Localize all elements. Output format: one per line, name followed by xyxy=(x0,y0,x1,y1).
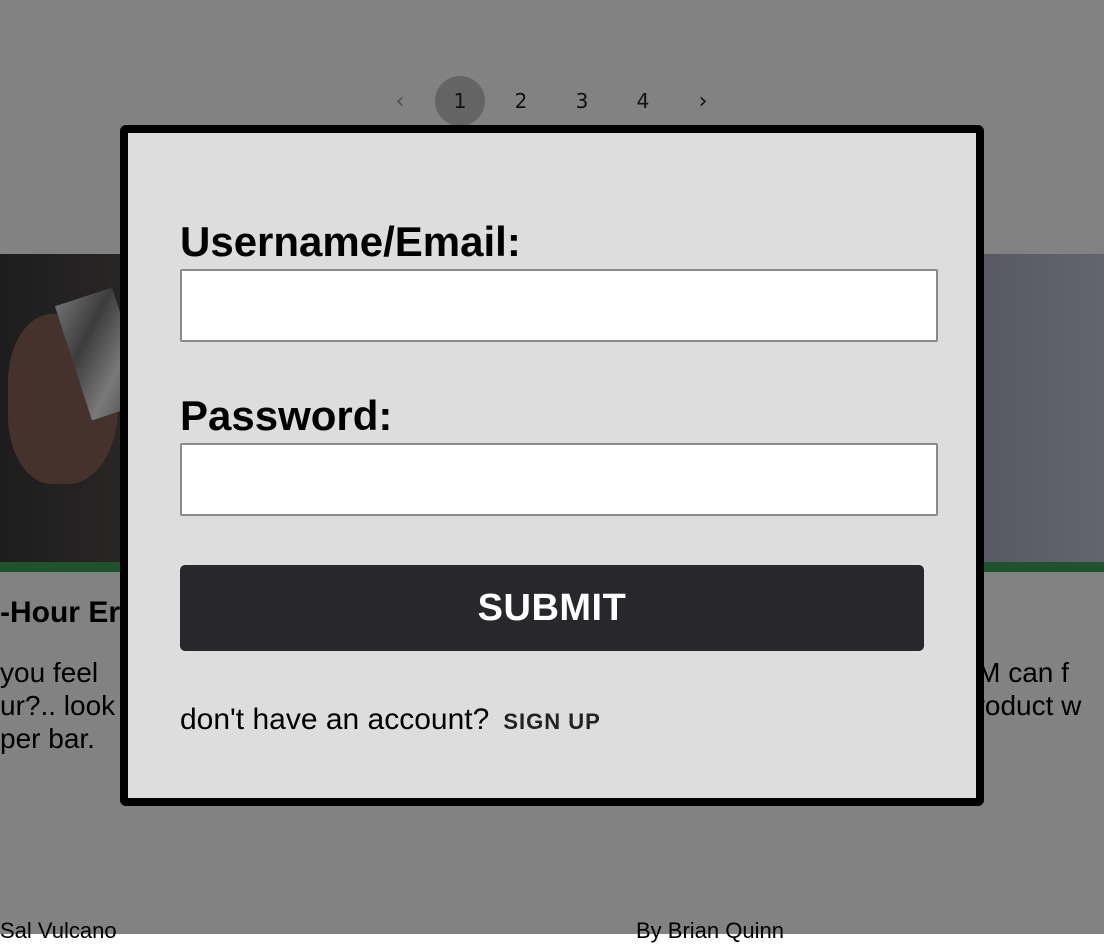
signup-prompt: don't have an account? xyxy=(180,703,490,736)
username-label: Username/Email: xyxy=(180,218,521,265)
login-modal: Username/Email: Password: SUBMIT don't h… xyxy=(120,125,984,806)
password-label: Password: xyxy=(180,392,393,439)
submit-button[interactable]: SUBMIT xyxy=(180,565,924,651)
password-input[interactable] xyxy=(180,443,938,516)
sign-up-link[interactable]: SIGN UP xyxy=(503,709,600,735)
signup-row: don't have an account? SIGN UP xyxy=(180,703,601,737)
username-email-input[interactable] xyxy=(180,269,938,342)
